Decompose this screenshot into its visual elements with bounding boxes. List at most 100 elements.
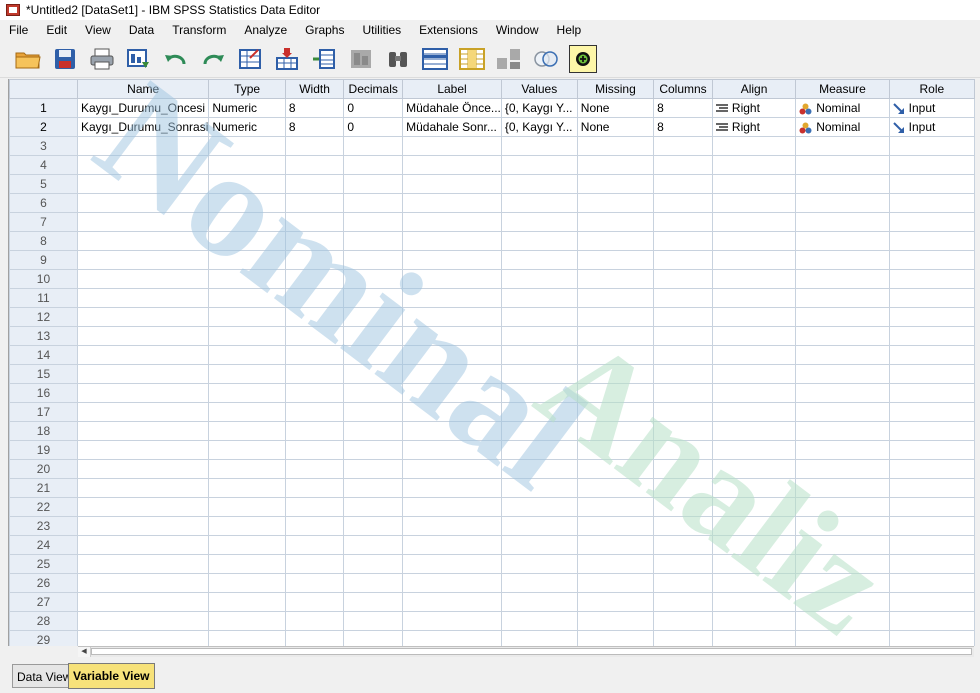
empty-cell[interactable] <box>208 440 286 460</box>
empty-cell[interactable] <box>888 592 975 612</box>
empty-cell[interactable] <box>208 231 286 251</box>
empty-cell[interactable] <box>76 212 210 232</box>
col-header-type[interactable]: Type <box>208 79 286 99</box>
empty-cell[interactable] <box>402 535 502 555</box>
empty-cell[interactable] <box>795 193 890 213</box>
row-number[interactable]: 10 <box>9 269 78 289</box>
empty-cell[interactable] <box>795 136 890 156</box>
empty-cell[interactable] <box>653 592 713 612</box>
menu-file[interactable]: File <box>0 23 37 37</box>
empty-cell[interactable] <box>888 250 975 270</box>
empty-cell[interactable] <box>711 402 797 422</box>
empty-cell[interactable] <box>711 231 797 251</box>
empty-cell[interactable] <box>500 250 578 270</box>
empty-cell[interactable] <box>343 421 404 441</box>
empty-cell[interactable] <box>711 554 797 574</box>
empty-cell[interactable] <box>653 383 713 403</box>
row-number[interactable]: 13 <box>9 326 78 346</box>
empty-cell[interactable] <box>402 269 502 289</box>
empty-cell[interactable] <box>653 174 713 194</box>
row-number[interactable]: 26 <box>9 573 78 593</box>
empty-cell[interactable] <box>653 269 713 289</box>
empty-cell[interactable] <box>500 478 578 498</box>
empty-cell[interactable] <box>343 174 404 194</box>
cell-width[interactable]: 8 <box>284 117 345 137</box>
empty-cell[interactable] <box>402 383 502 403</box>
empty-cell[interactable] <box>284 364 345 384</box>
row-number[interactable]: 3 <box>9 136 78 156</box>
empty-cell[interactable] <box>76 516 210 536</box>
empty-cell[interactable] <box>576 345 655 365</box>
menu-edit[interactable]: Edit <box>37 23 76 37</box>
empty-cell[interactable] <box>402 288 502 308</box>
empty-cell[interactable] <box>711 421 797 441</box>
empty-cell[interactable] <box>576 288 655 308</box>
empty-cell[interactable] <box>653 307 713 327</box>
empty-cell[interactable] <box>653 516 713 536</box>
variables-button[interactable] <box>310 45 338 73</box>
insert-variable-button[interactable] <box>458 45 486 73</box>
tab-data-view[interactable]: Data View <box>12 664 77 688</box>
empty-cell[interactable] <box>711 288 797 308</box>
empty-cell[interactable] <box>795 174 890 194</box>
cell-label[interactable]: Müdahale Sonr... <box>402 117 502 137</box>
empty-cell[interactable] <box>343 402 404 422</box>
empty-cell[interactable] <box>711 459 797 479</box>
empty-cell[interactable] <box>795 611 890 631</box>
col-header-name[interactable]: Name <box>76 79 210 99</box>
empty-cell[interactable] <box>576 136 655 156</box>
go-to-variable-button[interactable] <box>273 45 301 73</box>
empty-cell[interactable] <box>888 136 975 156</box>
split-file-button[interactable] <box>495 45 523 73</box>
empty-cell[interactable] <box>343 288 404 308</box>
empty-cell[interactable] <box>653 364 713 384</box>
cell-type[interactable]: Numeric <box>208 117 286 137</box>
empty-cell[interactable] <box>653 345 713 365</box>
empty-cell[interactable] <box>888 155 975 175</box>
row-number[interactable]: 7 <box>9 212 78 232</box>
empty-cell[interactable] <box>208 478 286 498</box>
empty-cell[interactable] <box>208 402 286 422</box>
empty-cell[interactable] <box>500 630 578 646</box>
empty-cell[interactable] <box>284 459 345 479</box>
empty-cell[interactable] <box>76 250 210 270</box>
empty-cell[interactable] <box>576 497 655 517</box>
menu-analyze[interactable]: Analyze <box>235 23 296 37</box>
empty-cell[interactable] <box>795 250 890 270</box>
empty-cell[interactable] <box>76 459 210 479</box>
cell-measure[interactable]: Nominal <box>795 98 890 118</box>
empty-cell[interactable] <box>76 364 210 384</box>
empty-cell[interactable] <box>76 478 210 498</box>
empty-cell[interactable] <box>208 459 286 479</box>
empty-cell[interactable] <box>653 326 713 346</box>
empty-cell[interactable] <box>500 497 578 517</box>
empty-cell[interactable] <box>576 535 655 555</box>
empty-cell[interactable] <box>653 478 713 498</box>
empty-cell[interactable] <box>76 421 210 441</box>
empty-cell[interactable] <box>284 326 345 346</box>
empty-cell[interactable] <box>576 440 655 460</box>
empty-cell[interactable] <box>500 592 578 612</box>
empty-cell[interactable] <box>76 535 210 555</box>
empty-cell[interactable] <box>795 269 890 289</box>
empty-cell[interactable] <box>888 497 975 517</box>
empty-cell[interactable] <box>653 535 713 555</box>
row-number[interactable]: 5 <box>9 174 78 194</box>
empty-cell[interactable] <box>795 516 890 536</box>
empty-cell[interactable] <box>500 193 578 213</box>
empty-cell[interactable] <box>343 478 404 498</box>
empty-cell[interactable] <box>284 497 345 517</box>
empty-cell[interactable] <box>576 383 655 403</box>
empty-cell[interactable] <box>284 611 345 631</box>
save-button[interactable] <box>51 45 79 73</box>
row-number[interactable]: 9 <box>9 250 78 270</box>
empty-cell[interactable] <box>284 535 345 555</box>
horizontal-scrollbar[interactable]: ◀ <box>78 646 974 657</box>
empty-cell[interactable] <box>888 573 975 593</box>
empty-cell[interactable] <box>208 250 286 270</box>
row-number[interactable]: 21 <box>9 478 78 498</box>
cell-measure[interactable]: Nominal <box>795 117 890 137</box>
empty-cell[interactable] <box>888 440 975 460</box>
empty-cell[interactable] <box>402 155 502 175</box>
empty-cell[interactable] <box>500 459 578 479</box>
